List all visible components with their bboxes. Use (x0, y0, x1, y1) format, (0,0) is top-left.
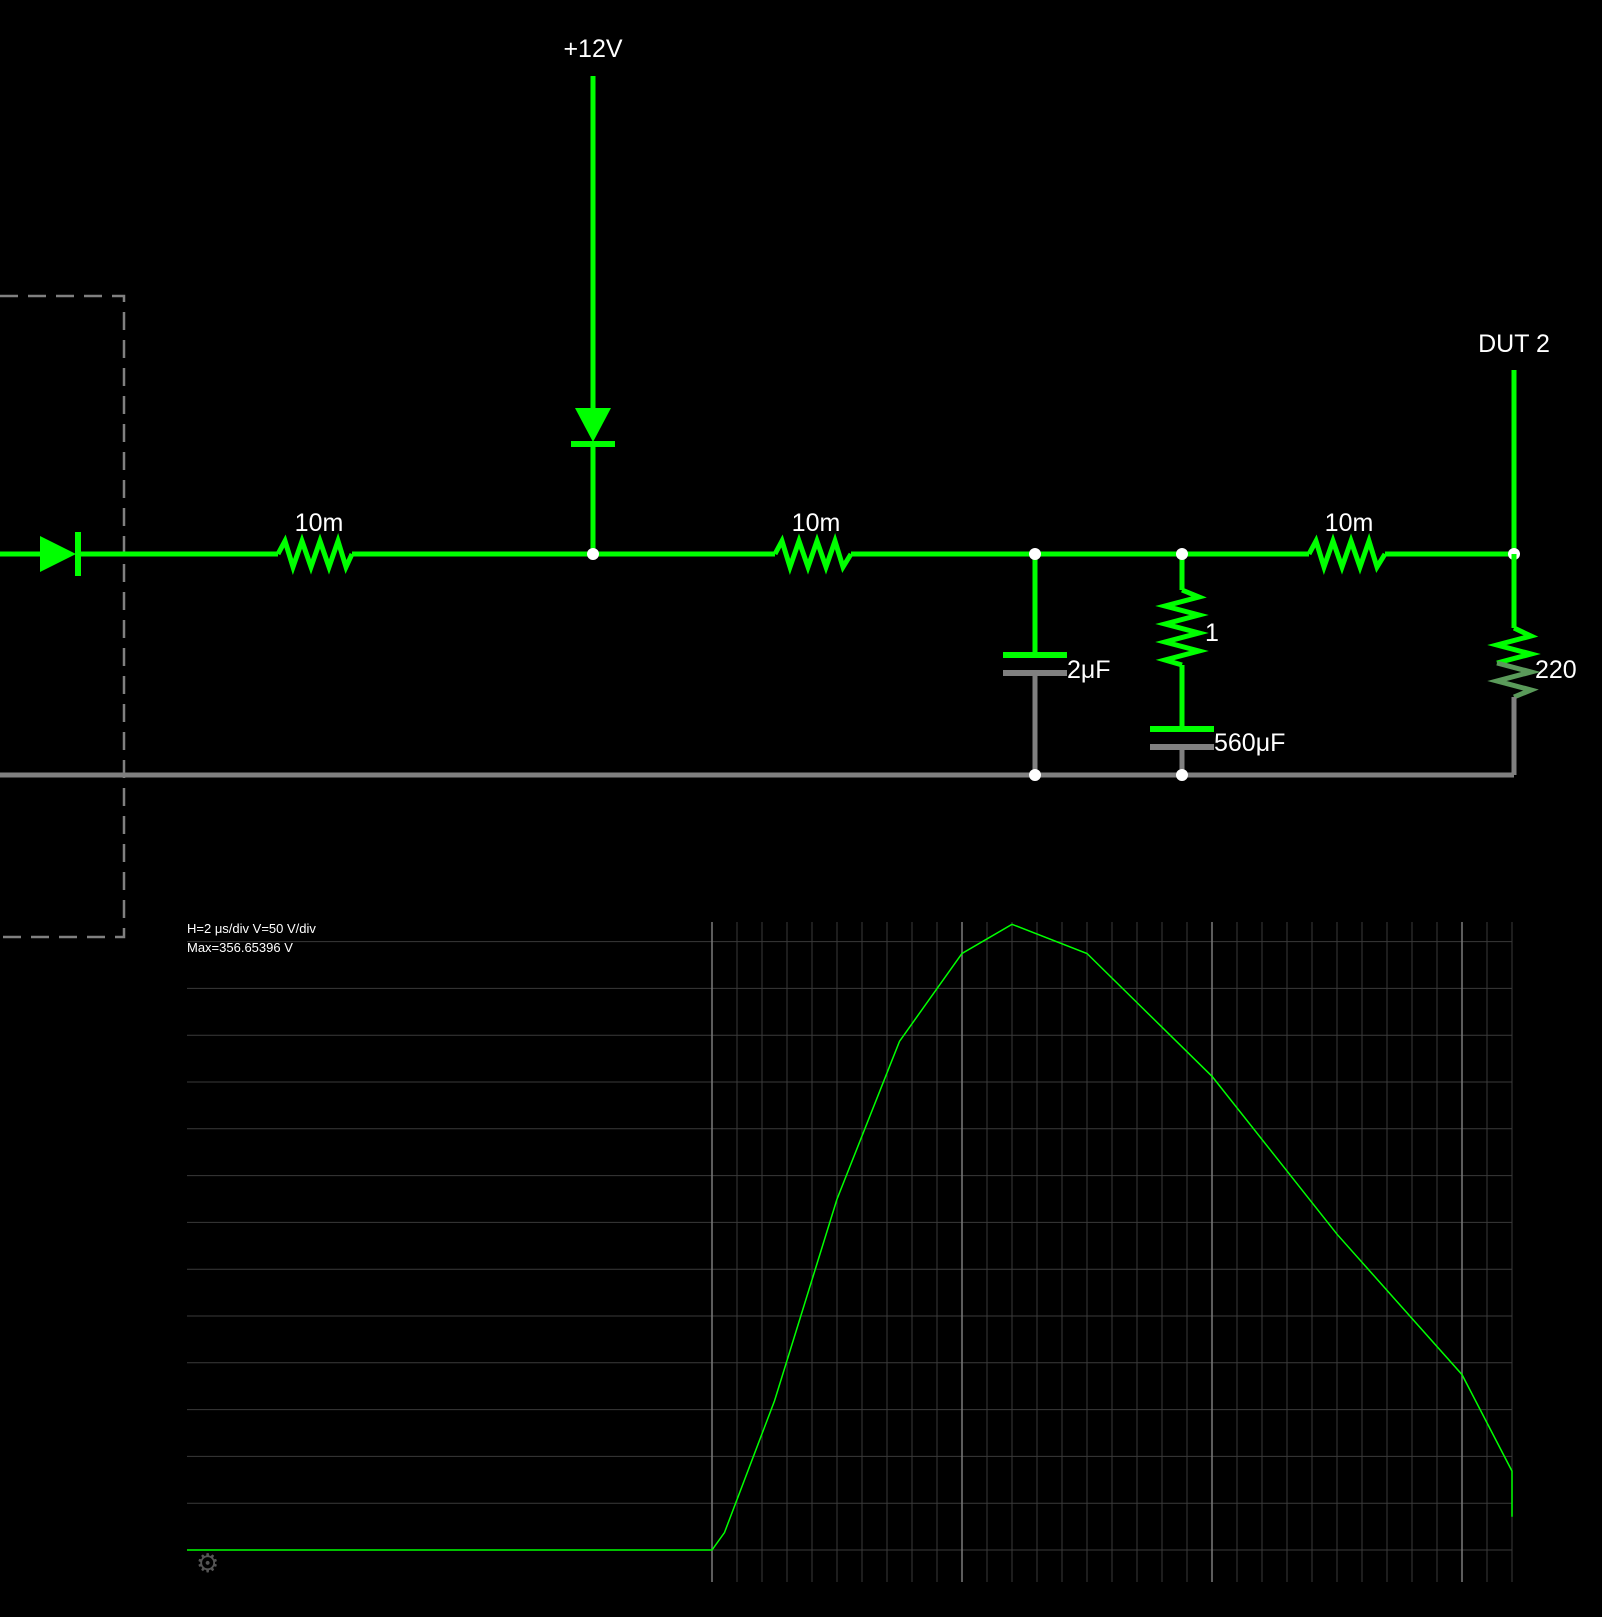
rc-branch-560uf[interactable]: 1 560μF (1150, 554, 1285, 775)
capacitor-label-560uf: 560μF (1214, 729, 1285, 757)
resistor-10m-2[interactable]: 10m (772, 509, 854, 576)
gear-icon[interactable]: ⚙ (196, 1549, 219, 1579)
supply-12v[interactable]: +12V (563, 35, 623, 554)
junction-node (1176, 548, 1188, 560)
load-resistor-220[interactable]: 220 (1487, 554, 1577, 775)
scope-grid (187, 922, 1513, 1582)
supply-label: +12V (563, 35, 622, 63)
schematic-canvas: 10m +12V 10m 2μF 1 560μF 10m DUT 2 220 H… (0, 35, 1577, 1582)
junction-node (587, 548, 599, 560)
resistor-label-r3: 10m (1325, 509, 1374, 537)
resistor-label-220: 220 (1535, 656, 1577, 684)
junction-node (1029, 769, 1041, 781)
resistor-10m-1[interactable]: 10m (275, 509, 355, 576)
capacitor-2uf[interactable]: 2μF (1003, 554, 1111, 775)
resistor-10m-3[interactable]: 10m (1306, 509, 1388, 576)
subcircuit-box[interactable] (0, 294, 126, 939)
scope-info-line1: H=2 μs/div V=50 V/div (187, 921, 316, 936)
junction-node (1029, 548, 1041, 560)
resistor-label-1: 1 (1205, 619, 1219, 647)
junction-node (1176, 769, 1188, 781)
dut-output[interactable]: DUT 2 (1478, 330, 1550, 554)
dut-label: DUT 2 (1478, 330, 1550, 358)
resistor-label-r2: 10m (792, 509, 841, 537)
capacitor-label-2uf: 2μF (1067, 656, 1111, 684)
scope-panel[interactable]: H=2 μs/div V=50 V/div Max=356.65396 V ⚙ (187, 921, 1513, 1582)
input-diode[interactable] (40, 532, 81, 576)
resistor-label-r1: 10m (295, 509, 344, 537)
scope-info-line2: Max=356.65396 V (187, 940, 293, 955)
